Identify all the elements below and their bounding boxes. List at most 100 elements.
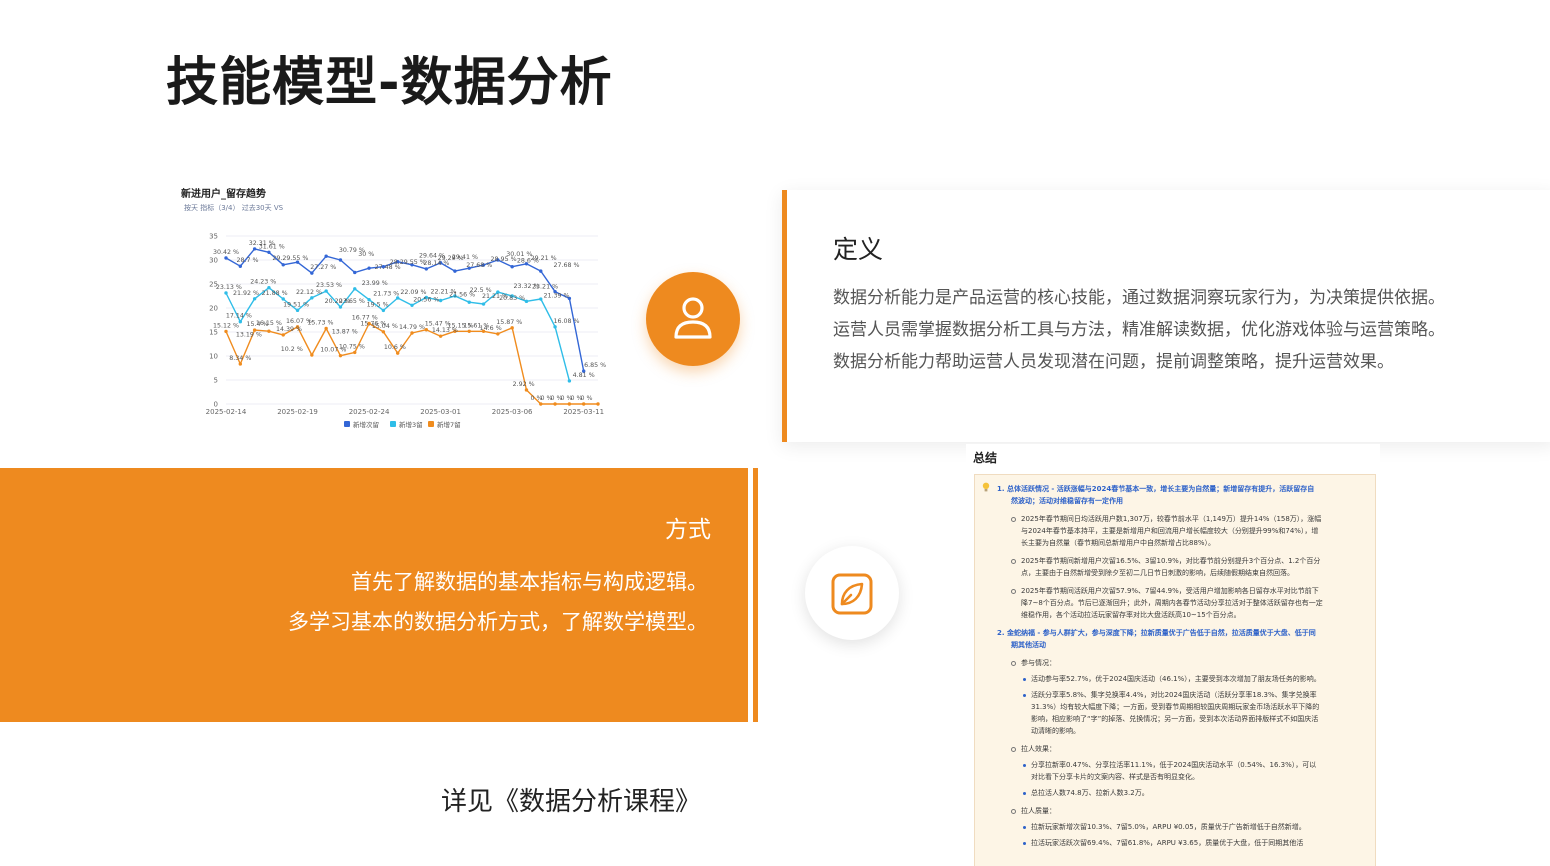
data-point bbox=[539, 297, 543, 301]
bullet-dot bbox=[1023, 791, 1026, 795]
data-point bbox=[338, 258, 343, 262]
summary-line: 分享拉新率0.47%、分享拉活率11.1%，低于2024国庆活动水平（0.54%… bbox=[1023, 759, 1316, 771]
data-label: 0 % bbox=[581, 395, 593, 402]
series-line-0 bbox=[225, 248, 585, 372]
data-point bbox=[424, 267, 429, 271]
user-icon bbox=[674, 297, 712, 339]
data-point bbox=[238, 320, 243, 324]
summary-line: 拉活玩家活跃次留69.4%、7留61.8%，ARPU ¥3.65，质量优于大盘，… bbox=[1023, 837, 1303, 849]
slide-title: 技能模型-数据分析 bbox=[166, 53, 613, 113]
legend-label: 新增7留 bbox=[437, 420, 461, 429]
data-point bbox=[267, 329, 271, 333]
data-point bbox=[438, 298, 443, 303]
data-point bbox=[353, 270, 357, 275]
data-point bbox=[567, 379, 572, 383]
data-label: 31.61 % bbox=[259, 243, 285, 250]
summary-line-text: 拉人效果： bbox=[1021, 745, 1056, 753]
data-point bbox=[524, 299, 529, 304]
y-tick-label: 35 bbox=[209, 233, 218, 241]
data-point bbox=[338, 305, 343, 309]
summary-line: 对比看下分享卡片的文案内容、样式是否有明显变化。 bbox=[1031, 773, 1199, 781]
summary-line: 活跃分享率5.8%、集字兑换率4.4%，对比2024国庆活动（活跃分享率18.3… bbox=[1023, 689, 1317, 701]
data-label: 15.04 % bbox=[372, 323, 398, 330]
data-label: 10.6 % bbox=[384, 344, 406, 351]
data-label: 13.19 % bbox=[236, 332, 262, 339]
data-point bbox=[353, 350, 357, 355]
data-label: 22.12 % bbox=[296, 289, 322, 296]
data-label: 15.12 % bbox=[213, 322, 239, 329]
x-tick-label: 2025-03-06 bbox=[492, 408, 533, 416]
data-label: 23.21 % bbox=[532, 284, 558, 291]
summary-title: 总结 bbox=[973, 451, 998, 465]
data-label: 23.53 % bbox=[316, 282, 342, 289]
data-label: 28.14 % bbox=[423, 260, 449, 267]
y-tick-label: 5 bbox=[214, 377, 218, 385]
data-label: 10.75 % bbox=[339, 343, 365, 350]
summary-line-text: 参与情况： bbox=[1021, 659, 1056, 667]
data-label: 23.65 % bbox=[339, 298, 365, 305]
data-label: 21.88 % bbox=[262, 290, 288, 297]
data-point bbox=[295, 308, 300, 313]
data-point bbox=[510, 265, 514, 269]
summary-line-text: 拉新玩家新增次留10.3%、7留5.0%，ARPU ¥0.05，质量优于广告新增… bbox=[1031, 823, 1306, 831]
summary-line-text: 拉活玩家活跃次留69.4%、7留61.8%，ARPU ¥3.65，质量优于大盘，… bbox=[1031, 839, 1304, 847]
summary-line-text: 2025年春节期间日均活跃用户数1,307万，较春节前水平（1,149万）提升1… bbox=[1021, 515, 1322, 523]
data-point bbox=[524, 388, 529, 392]
summary-line: 与2024年春节基本持平，主要是新增用户和回流用户增长幅度较大（分别提升99%和… bbox=[1021, 527, 1319, 535]
data-label: 27.27 % bbox=[310, 264, 336, 271]
data-label: 21.92 % bbox=[233, 290, 259, 297]
bullet-dot bbox=[1023, 825, 1026, 829]
data-point bbox=[224, 291, 228, 295]
bullet-dot bbox=[1023, 763, 1026, 767]
data-label: 19.5 % bbox=[367, 301, 389, 308]
data-point bbox=[581, 402, 586, 406]
data-point bbox=[467, 329, 471, 333]
bullet-ring bbox=[1011, 808, 1016, 814]
summary-line: 维稳作用，各个活动拉活玩家留存率对比大盘活跃高10~15个百分点。 bbox=[1021, 611, 1241, 619]
data-point bbox=[267, 285, 271, 290]
data-label: 14.79 % bbox=[399, 324, 425, 331]
data-point bbox=[539, 269, 543, 273]
summary-line: 然波动；活动对维稳留存有一定作用 bbox=[1011, 497, 1123, 505]
bullet-ring bbox=[1011, 588, 1016, 594]
summary-line: 拉新玩家新增次留10.3%、7留5.0%，ARPU ¥0.05，质量优于广告新增… bbox=[1023, 821, 1306, 833]
data-point bbox=[353, 287, 357, 291]
data-label: 16.08 % bbox=[554, 318, 580, 325]
summary-line: 拉人质量： bbox=[1011, 805, 1056, 817]
summary-line-text: 2025年春节期间新增用户次留16.5%、3留10.9%，对比春节前分别提升3个… bbox=[1021, 557, 1321, 565]
data-point bbox=[224, 329, 228, 334]
data-label: 21.39 % bbox=[543, 292, 569, 299]
data-label: 2.92 % bbox=[513, 381, 535, 388]
y-tick-label: 15 bbox=[209, 329, 218, 337]
definition-line: 运营人员需掌握数据分析工具与方法，精准解读数据，优化游戏体验与运营策略。 bbox=[833, 320, 1445, 340]
data-point bbox=[381, 308, 386, 313]
data-label: 15.73 % bbox=[307, 319, 333, 326]
legend-swatch bbox=[344, 421, 350, 427]
method-line: 多学习基本的数据分析方式，了解数学模型。 bbox=[288, 610, 708, 634]
data-point bbox=[224, 256, 228, 260]
data-point bbox=[496, 332, 500, 336]
method-heading: 方式 bbox=[665, 517, 711, 543]
y-tick-label: 20 bbox=[209, 305, 218, 313]
data-point bbox=[281, 263, 285, 267]
data-point bbox=[381, 330, 386, 334]
summary-line: 动清晰的影响。 bbox=[1031, 727, 1080, 735]
x-tick-label: 2025-02-14 bbox=[206, 408, 247, 416]
x-tick-label: 2025-02-24 bbox=[349, 408, 390, 416]
method-accent-bar bbox=[753, 468, 758, 722]
user-icon-circle bbox=[646, 272, 740, 366]
data-label: 28.7 % bbox=[236, 257, 258, 264]
data-label: 14.6 % bbox=[480, 325, 502, 332]
data-point bbox=[367, 266, 371, 270]
summary-line-text: 分享拉新率0.47%、分享拉活率11.1%，低于2024国庆活动水平（0.54%… bbox=[1031, 761, 1317, 769]
y-tick-label: 30 bbox=[209, 257, 218, 265]
data-point bbox=[338, 353, 343, 358]
summary-line: 长主要为自然量（春节期间总新增用户中自然新增占比88%）。 bbox=[1021, 539, 1216, 547]
legend-swatch bbox=[428, 421, 434, 427]
summary-line-text: 总拉活人数74.8万、拉新人数3.2万。 bbox=[1031, 789, 1149, 797]
method-body: 首先了解数据的基本指标与构成逻辑。 多学习基本的数据分析方式，了解数学模型。 bbox=[288, 562, 708, 642]
chart-subtitle: 按天 指标（3/4） 过去30天 VS bbox=[184, 204, 284, 212]
data-label: 14.39 % bbox=[276, 326, 302, 333]
data-label: 19.51 % bbox=[283, 301, 309, 308]
data-label: 15.87 % bbox=[496, 319, 522, 326]
